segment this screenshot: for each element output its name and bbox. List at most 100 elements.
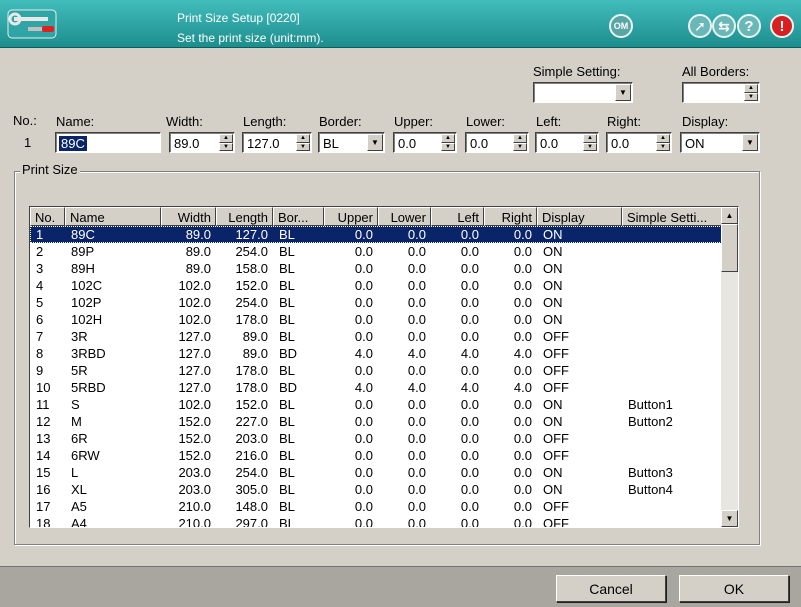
- cell-length: 216.0: [235, 448, 268, 463]
- cell-name: 5R: [71, 363, 88, 378]
- table-row[interactable]: 10 5RBD 127.0 178.0 BD 4.0 4.0 4.0 4.0 OFF: [30, 379, 722, 396]
- cell-upper: 0.0: [354, 227, 373, 242]
- cell-no: 13: [36, 431, 51, 446]
- vertical-scrollbar[interactable]: ▲ ▼: [721, 207, 738, 527]
- display-dropdown[interactable]: ON ▼: [680, 132, 760, 153]
- table-row[interactable]: 4 102C 102.0 152.0 BL 0.0 0.0 0.0 0.0 ON: [30, 277, 722, 294]
- left-stepper[interactable]: 0.0 ▲ ▼: [535, 132, 599, 153]
- cell-upper: 0.0: [354, 448, 373, 463]
- spin-down-icon[interactable]: ▼: [513, 142, 527, 151]
- header-col-border[interactable]: Bor...: [273, 207, 324, 226]
- lower-label: Lower:: [466, 114, 506, 129]
- cell-display: OFF: [543, 363, 569, 378]
- table-row[interactable]: 17 A5 210.0 148.0 BL 0.0 0.0 0.0 0.0 OFF: [30, 498, 722, 515]
- cell-right: 4.0: [513, 380, 532, 395]
- spin-up-icon[interactable]: ▲: [583, 134, 597, 143]
- cell-length: 152.0: [235, 278, 268, 293]
- table-row[interactable]: 8 3RBD 127.0 89.0 BD 4.0 4.0 4.0 4.0 OFF: [30, 345, 722, 362]
- table-row[interactable]: 5 102P 102.0 254.0 BL 0.0 0.0 0.0 0.0 ON: [30, 294, 722, 311]
- cell-length: 203.0: [235, 431, 268, 446]
- print-size-list[interactable]: No. Name Width Length Bor... Upper Lower Left Ri…: [29, 206, 739, 528]
- spin-up-icon[interactable]: ▲: [656, 134, 670, 143]
- cell-lower: 0.0: [407, 227, 426, 242]
- rocket-icon[interactable]: ➚: [688, 14, 712, 38]
- header-col-simple-setting[interactable]: Simple Setti...: [622, 207, 722, 226]
- display-value: ON: [685, 136, 705, 151]
- cell-upper: 4.0: [354, 380, 373, 395]
- cell-lower: 0.0: [407, 465, 426, 480]
- table-row[interactable]: 2 89P 89.0 254.0 BL 0.0 0.0 0.0 0.0 ON: [30, 243, 722, 260]
- cell-border: BL: [279, 397, 295, 412]
- header-col-left[interactable]: Left: [431, 207, 484, 226]
- spin-up-icon[interactable]: ▲: [219, 134, 233, 143]
- cell-display: OFF: [543, 516, 569, 528]
- width-stepper[interactable]: 89.0 ▲ ▼: [169, 132, 235, 153]
- upper-stepper[interactable]: 0.0 ▲ ▼: [393, 132, 457, 153]
- table-row[interactable]: 14 6RW 152.0 216.0 BL 0.0 0.0 0.0 0.0 OFF: [30, 447, 722, 464]
- spin-down-icon[interactable]: ▼: [744, 92, 758, 101]
- header-col-display[interactable]: Display: [537, 207, 622, 226]
- name-input[interactable]: 89C: [55, 132, 161, 153]
- spin-up-icon[interactable]: ▲: [441, 134, 455, 143]
- table-row[interactable]: 18 A4 210.0 297.0 BL 0.0 0.0 0.0 0.0 OFF: [30, 515, 722, 528]
- header-col-name[interactable]: Name: [65, 207, 161, 226]
- right-stepper[interactable]: 0.0 ▲ ▼: [606, 132, 672, 153]
- spin-down-icon[interactable]: ▼: [583, 142, 597, 151]
- chevron-down-icon[interactable]: ▼: [742, 134, 758, 151]
- table-row[interactable]: 1 89C 89.0 127.0 BL 0.0 0.0 0.0 0.0 ON: [30, 226, 722, 243]
- spin-up-icon[interactable]: ▲: [513, 134, 527, 143]
- scrollbar-thumb[interactable]: [721, 224, 738, 272]
- header-col-upper[interactable]: Upper: [324, 207, 378, 226]
- simple-setting-label: Simple Setting:: [533, 64, 621, 79]
- help-icon[interactable]: ?: [737, 14, 761, 38]
- cell-name: 102P: [71, 295, 102, 310]
- cell-lower: 0.0: [407, 448, 426, 463]
- spin-down-icon[interactable]: ▼: [219, 142, 233, 151]
- length-stepper[interactable]: 127.0 ▲ ▼: [242, 132, 312, 153]
- table-row[interactable]: 13 6R 152.0 203.0 BL 0.0 0.0 0.0 0.0 OFF: [30, 430, 722, 447]
- table-row[interactable]: 16 XL 203.0 305.0 BL 0.0 0.0 0.0 0.0 ON Button4: [30, 481, 722, 498]
- header-col-length[interactable]: Length: [216, 207, 273, 226]
- cell-left: 4.0: [460, 346, 479, 361]
- table-row[interactable]: 15 L 203.0 254.0 BL 0.0 0.0 0.0 0.0 ON Button3: [30, 464, 722, 481]
- table-row[interactable]: 6 102H 102.0 178.0 BL 0.0 0.0 0.0 0.0 ON: [30, 311, 722, 328]
- cell-name: 3R: [71, 329, 88, 344]
- display-label: Display:: [682, 114, 729, 129]
- chevron-down-icon[interactable]: ▼: [367, 134, 383, 151]
- spin-down-icon[interactable]: ▼: [441, 142, 455, 151]
- cell-display: OFF: [543, 380, 569, 395]
- cell-right: 0.0: [513, 295, 532, 310]
- table-row[interactable]: 9 5R 127.0 178.0 BL 0.0 0.0 0.0 0.0 OFF: [30, 362, 722, 379]
- cancel-button[interactable]: Cancel: [556, 575, 666, 602]
- table-row[interactable]: 7 3R 127.0 89.0 BL 0.0 0.0 0.0 0.0 OFF: [30, 328, 722, 345]
- cell-lower: 0.0: [407, 482, 426, 497]
- all-borders-stepper[interactable]: ▲ ▼: [682, 82, 760, 103]
- header-col-lower[interactable]: Lower: [378, 207, 431, 226]
- ok-button[interactable]: OK: [679, 575, 789, 602]
- table-row[interactable]: 11 S 102.0 152.0 BL 0.0 0.0 0.0 0.0 ON Button1: [30, 396, 722, 413]
- header-col-width[interactable]: Width: [161, 207, 216, 226]
- spin-down-icon[interactable]: ▼: [656, 142, 670, 151]
- chevron-down-icon[interactable]: ▼: [615, 84, 631, 101]
- scroll-down-icon[interactable]: ▼: [721, 510, 738, 527]
- simple-setting-dropdown[interactable]: ▼: [533, 82, 633, 103]
- table-row[interactable]: 3 89H 89.0 158.0 BL 0.0 0.0 0.0 0.0 ON: [30, 260, 722, 277]
- border-dropdown[interactable]: BL ▼: [318, 132, 385, 153]
- cell-width: 127.0: [178, 346, 211, 361]
- swap-arrows-icon[interactable]: ⇆: [712, 14, 736, 38]
- all-borders-label: All Borders:: [682, 64, 750, 79]
- table-row[interactable]: 12 M 152.0 227.0 BL 0.0 0.0 0.0 0.0 ON Button2: [30, 413, 722, 430]
- spin-down-icon[interactable]: ▼: [296, 142, 310, 151]
- cell-width: 210.0: [178, 516, 211, 528]
- bottom-bar: Cancel OK: [0, 566, 801, 607]
- cell-length: 254.0: [235, 295, 268, 310]
- spin-up-icon[interactable]: ▲: [744, 84, 758, 93]
- operation-manual-icon[interactable]: OM: [609, 14, 633, 38]
- scroll-up-icon[interactable]: ▲: [721, 207, 738, 224]
- header-col-no[interactable]: No.: [30, 207, 65, 226]
- spin-up-icon[interactable]: ▲: [296, 134, 310, 143]
- cell-right: 0.0: [513, 244, 532, 259]
- alert-icon[interactable]: !: [770, 14, 794, 38]
- header-col-right[interactable]: Right: [484, 207, 537, 226]
- lower-stepper[interactable]: 0.0 ▲ ▼: [465, 132, 529, 153]
